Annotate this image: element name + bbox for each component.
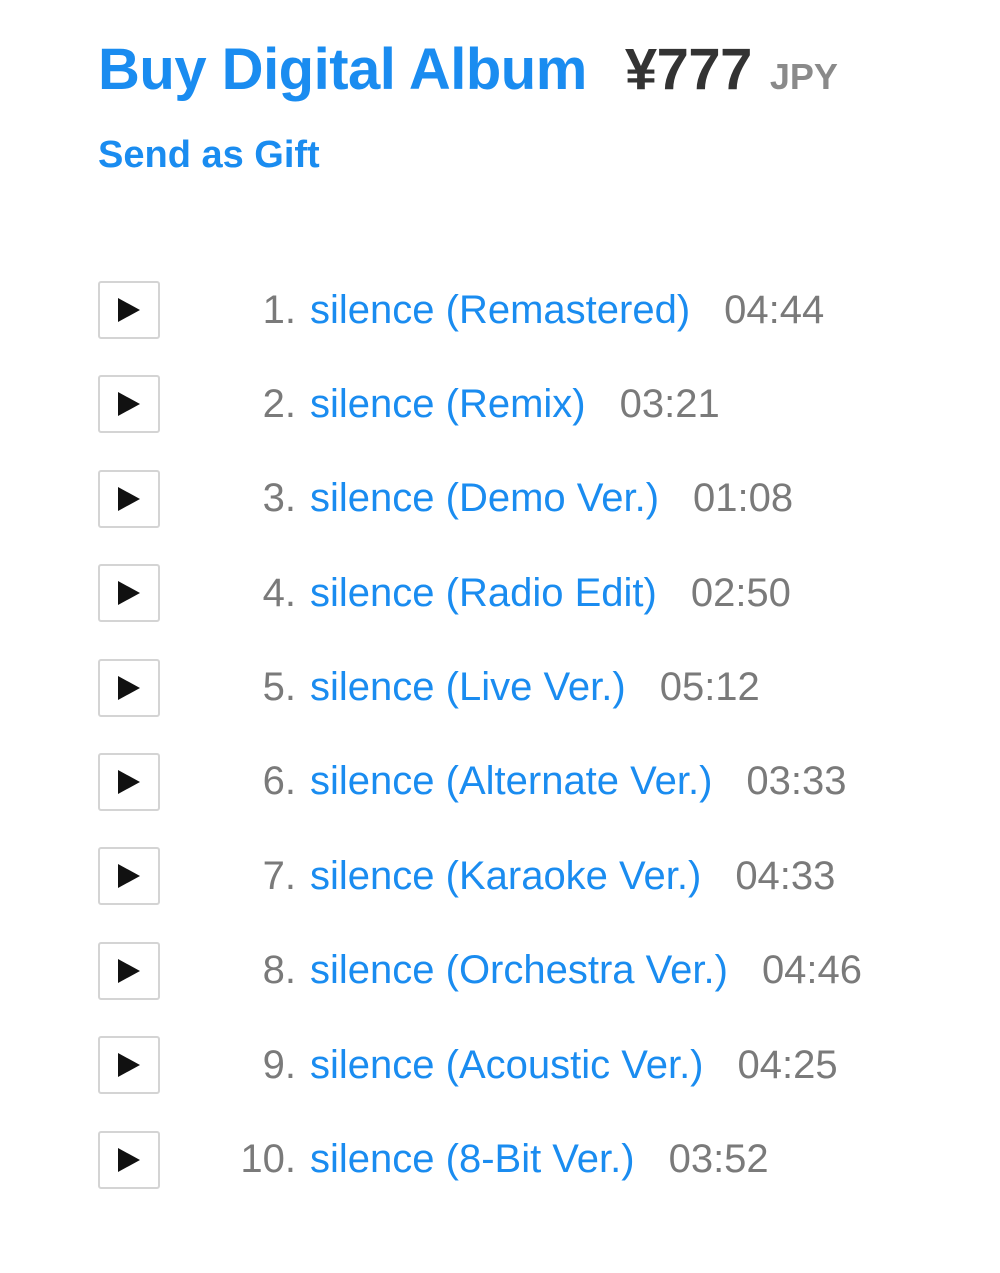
track-duration: 03:52 [668, 1137, 769, 1182]
play-icon [118, 958, 140, 983]
play-icon [118, 769, 140, 794]
track-number: 9. [262, 1042, 296, 1087]
track-title-link[interactable]: silence (Radio Edit) [310, 571, 657, 616]
track-row: 9. silence (Acoustic Ver.) 04:25 [98, 1034, 862, 1096]
track-row: 8. silence (Orchestra Ver.) 04:46 [98, 940, 862, 1002]
track-duration: 05:12 [659, 665, 760, 710]
play-icon [118, 486, 140, 511]
play-icon [118, 1053, 140, 1078]
track-title-link[interactable]: silence (8-Bit Ver.) [310, 1137, 635, 1182]
track-title-link[interactable]: silence (Orchestra Ver.) [310, 948, 728, 993]
track-row: 7. silence (Karaoke Ver.) 04:33 [98, 845, 862, 907]
play-button[interactable] [98, 564, 160, 623]
track-row: 2. silence (Remix) 03:21 [98, 373, 862, 435]
play-icon [118, 392, 140, 417]
play-icon [118, 675, 140, 700]
track-title-link[interactable]: silence (Karaoke Ver.) [310, 854, 701, 899]
track-duration: 01:08 [693, 476, 794, 521]
track-duration: 03:21 [619, 381, 720, 426]
play-button[interactable] [98, 469, 160, 528]
track-duration: 04:46 [761, 948, 863, 993]
track-title-link[interactable]: silence (Demo Ver.) [310, 476, 659, 521]
play-button[interactable] [98, 281, 160, 339]
track-title-link[interactable]: silence (Live Ver.) [310, 665, 626, 710]
track-title-link[interactable]: silence (Remastered) [310, 288, 690, 333]
track-row: 10. silence (8-Bit Ver.) 03:52 [98, 1129, 862, 1191]
track-duration: 04:33 [735, 853, 836, 898]
play-button[interactable] [98, 847, 160, 906]
track-number: 1. [262, 287, 296, 332]
track-duration: 04:25 [737, 1042, 838, 1087]
send-as-gift-link[interactable]: Send as Gift [98, 134, 320, 177]
tracklist: 1. silence (Remastered) 04:44 2. silence… [98, 279, 862, 1223]
album-price: ¥777 [624, 37, 753, 102]
play-icon [118, 298, 140, 322]
track-number: 2. [262, 381, 296, 426]
track-duration: 03:33 [746, 759, 847, 804]
track-number: 6. [262, 759, 296, 804]
buy-digital-album-link[interactable]: Buy Digital Album [98, 36, 587, 103]
track-title-link[interactable]: silence (Remix) [310, 382, 586, 427]
track-row: 5. silence (Live Ver.) 05:12 [98, 657, 862, 719]
buy-row: Buy Digital Album ¥777 JPY [98, 36, 838, 103]
track-row: 3. silence (Demo Ver.) 01:08 [98, 468, 862, 530]
track-number: 3. [262, 476, 296, 521]
track-row: 4. silence (Radio Edit) 02:50 [98, 562, 862, 624]
track-title-link[interactable]: silence (Alternate Ver.) [310, 759, 712, 804]
track-title-link[interactable]: silence (Acoustic Ver.) [310, 1043, 704, 1088]
track-number: 10. [240, 1137, 296, 1182]
play-button[interactable] [98, 1036, 160, 1095]
track-row: 6. silence (Alternate Ver.) 03:33 [98, 751, 862, 813]
play-icon [118, 864, 140, 889]
play-icon [118, 1147, 140, 1172]
play-button[interactable] [98, 752, 160, 811]
track-number: 7. [262, 853, 296, 898]
play-button[interactable] [98, 1130, 160, 1189]
track-row: 1. silence (Remastered) 04:44 [98, 279, 862, 341]
play-button[interactable] [98, 658, 160, 717]
play-button[interactable] [98, 375, 160, 434]
play-icon [118, 581, 140, 606]
track-duration: 04:44 [724, 287, 825, 332]
track-duration: 02:50 [690, 570, 791, 615]
play-button[interactable] [98, 941, 160, 1000]
track-number: 8. [262, 948, 296, 993]
track-number: 4. [262, 570, 296, 615]
currency-code: JPY [769, 56, 838, 97]
track-number: 5. [262, 665, 296, 710]
